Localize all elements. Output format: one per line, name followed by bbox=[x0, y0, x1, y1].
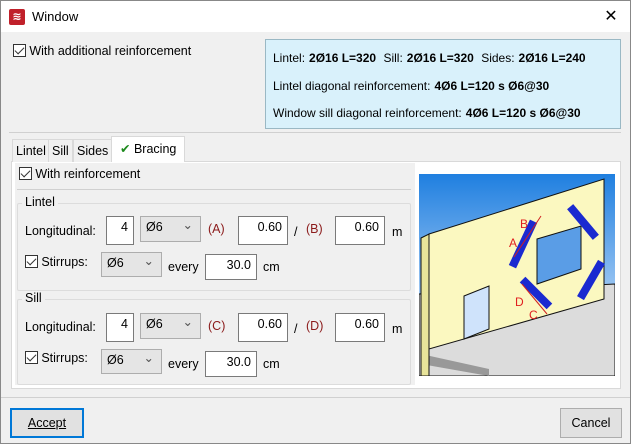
slash: / bbox=[294, 322, 298, 336]
sill-every-label: every bbox=[168, 357, 199, 371]
title-bar bbox=[1, 1, 630, 32]
wall-bracing-diagram: A B C D bbox=[419, 174, 615, 376]
lintel-every-label: every bbox=[168, 260, 199, 274]
sill-group-title: Sill bbox=[22, 291, 45, 305]
summary-sill-diag-value: 4Ø6 L=120 s Ø6@30 bbox=[465, 106, 581, 120]
sill-spacing-unit: cm bbox=[263, 357, 280, 371]
checkbox-checked-icon[interactable] bbox=[19, 167, 32, 180]
lintel-longitudinal-label: Longitudinal: bbox=[25, 224, 96, 238]
wall-edge bbox=[420, 233, 430, 376]
lintel-spacing-unit: cm bbox=[263, 260, 280, 274]
divider bbox=[1, 397, 630, 398]
summary-panel: Lintel: 2Ø16 L=320 Sill: 2Ø16 L=320 Sides:… bbox=[265, 39, 621, 129]
lintel-stirrups-checkbox[interactable]: Stirrups: bbox=[25, 255, 88, 269]
summary-sides-label: Sides: bbox=[481, 51, 515, 65]
checkbox-checked-icon[interactable] bbox=[25, 351, 38, 364]
lintel-stirrups-diameter-select[interactable]: Ø6 bbox=[101, 252, 162, 277]
tab-sill[interactable]: Sill bbox=[48, 139, 73, 162]
accept-button[interactable]: Accept bbox=[10, 408, 84, 438]
sill-diameter-value: Ø6 bbox=[146, 317, 163, 331]
sill-longitudinal-label: Longitudinal: bbox=[25, 320, 96, 334]
diagram-label-a: A bbox=[509, 236, 517, 250]
lintel-diameter-select[interactable]: Ø6 bbox=[140, 216, 201, 242]
lintel-spacing-input[interactable]: 30.0 bbox=[205, 254, 257, 280]
lintel-stirrups-label: Stirrups: bbox=[41, 255, 88, 269]
slash: / bbox=[294, 225, 298, 239]
sill-c-label: (C) bbox=[208, 319, 226, 333]
lintel-count-input[interactable]: 4 bbox=[106, 216, 134, 245]
lintel-group-title: Lintel bbox=[22, 195, 58, 209]
lintel-a-input[interactable]: 0.60 bbox=[238, 216, 288, 245]
summary-sill-diag-label: Window sill diagonal reinforcement: bbox=[273, 106, 462, 120]
summary-sill-label: Sill: bbox=[383, 51, 403, 65]
sill-diameter-select[interactable]: Ø6 bbox=[140, 313, 201, 339]
tab-bracing-label: Bracing bbox=[133, 142, 177, 156]
diagram-label-d: D bbox=[515, 295, 524, 309]
window-title: Window bbox=[32, 9, 79, 24]
lintel-unit: m bbox=[392, 225, 403, 239]
lintel-a-label: (A) bbox=[208, 222, 225, 236]
with-reinforcement-checkbox[interactable]: With reinforcement bbox=[19, 167, 140, 181]
sill-unit: m bbox=[392, 322, 403, 336]
checkmark-icon: ✔ bbox=[120, 142, 131, 156]
tab-sides[interactable]: Sides bbox=[73, 139, 113, 162]
sill-spacing-input[interactable]: 30.0 bbox=[205, 351, 257, 377]
cancel-button[interactable]: Cancel bbox=[560, 408, 622, 438]
divider bbox=[17, 189, 411, 190]
with-reinforcement-label: With reinforcement bbox=[35, 167, 141, 181]
summary-lintel-label: Lintel: bbox=[273, 51, 306, 65]
checkbox-checked-icon[interactable] bbox=[25, 255, 38, 268]
summary-lintel-value: 2Ø16 L=320 bbox=[309, 51, 377, 65]
summary-sides-value: 2Ø16 L=240 bbox=[518, 51, 586, 65]
sill-stirrups-checkbox[interactable]: Stirrups: bbox=[25, 351, 88, 365]
lintel-b-input[interactable]: 0.60 bbox=[335, 216, 385, 245]
lintel-stirrups-diameter-value: Ø6 bbox=[107, 256, 124, 270]
checkbox-checked-icon[interactable] bbox=[13, 44, 26, 57]
sill-d-label: (D) bbox=[306, 319, 324, 333]
sill-stirrups-diameter-select[interactable]: Ø6 bbox=[101, 349, 162, 374]
summary-sill-value: 2Ø16 L=320 bbox=[406, 51, 474, 65]
summary-lintel-diag-value: 4Ø6 L=120 s Ø6@30 bbox=[434, 79, 550, 93]
sill-count-input[interactable]: 4 bbox=[106, 313, 134, 342]
diagram-label-c: C bbox=[529, 308, 538, 322]
summary-lintel-diag-label: Lintel diagonal reinforcement: bbox=[273, 79, 431, 93]
lintel-b-label: (B) bbox=[306, 222, 323, 236]
additional-reinforcement-checkbox[interactable]: With additional reinforcement bbox=[13, 44, 191, 58]
app-logo-icon: ≋ bbox=[9, 9, 25, 25]
tab-lintel[interactable]: Lintel bbox=[12, 139, 50, 162]
diagram-label-b: B bbox=[520, 217, 528, 231]
accept-label: Accept bbox=[27, 416, 67, 430]
sill-stirrups-label: Stirrups: bbox=[41, 351, 88, 365]
close-icon[interactable]: ✕ bbox=[601, 6, 621, 26]
sill-stirrups-diameter-value: Ø6 bbox=[107, 353, 124, 367]
tab-bracing[interactable]: ✔ Bracing bbox=[111, 136, 186, 162]
divider bbox=[9, 132, 621, 133]
sill-d-input[interactable]: 0.60 bbox=[335, 313, 385, 342]
sill-c-input[interactable]: 0.60 bbox=[238, 313, 288, 342]
lintel-diameter-value: Ø6 bbox=[146, 220, 163, 234]
additional-reinforcement-label: With additional reinforcement bbox=[29, 44, 192, 58]
